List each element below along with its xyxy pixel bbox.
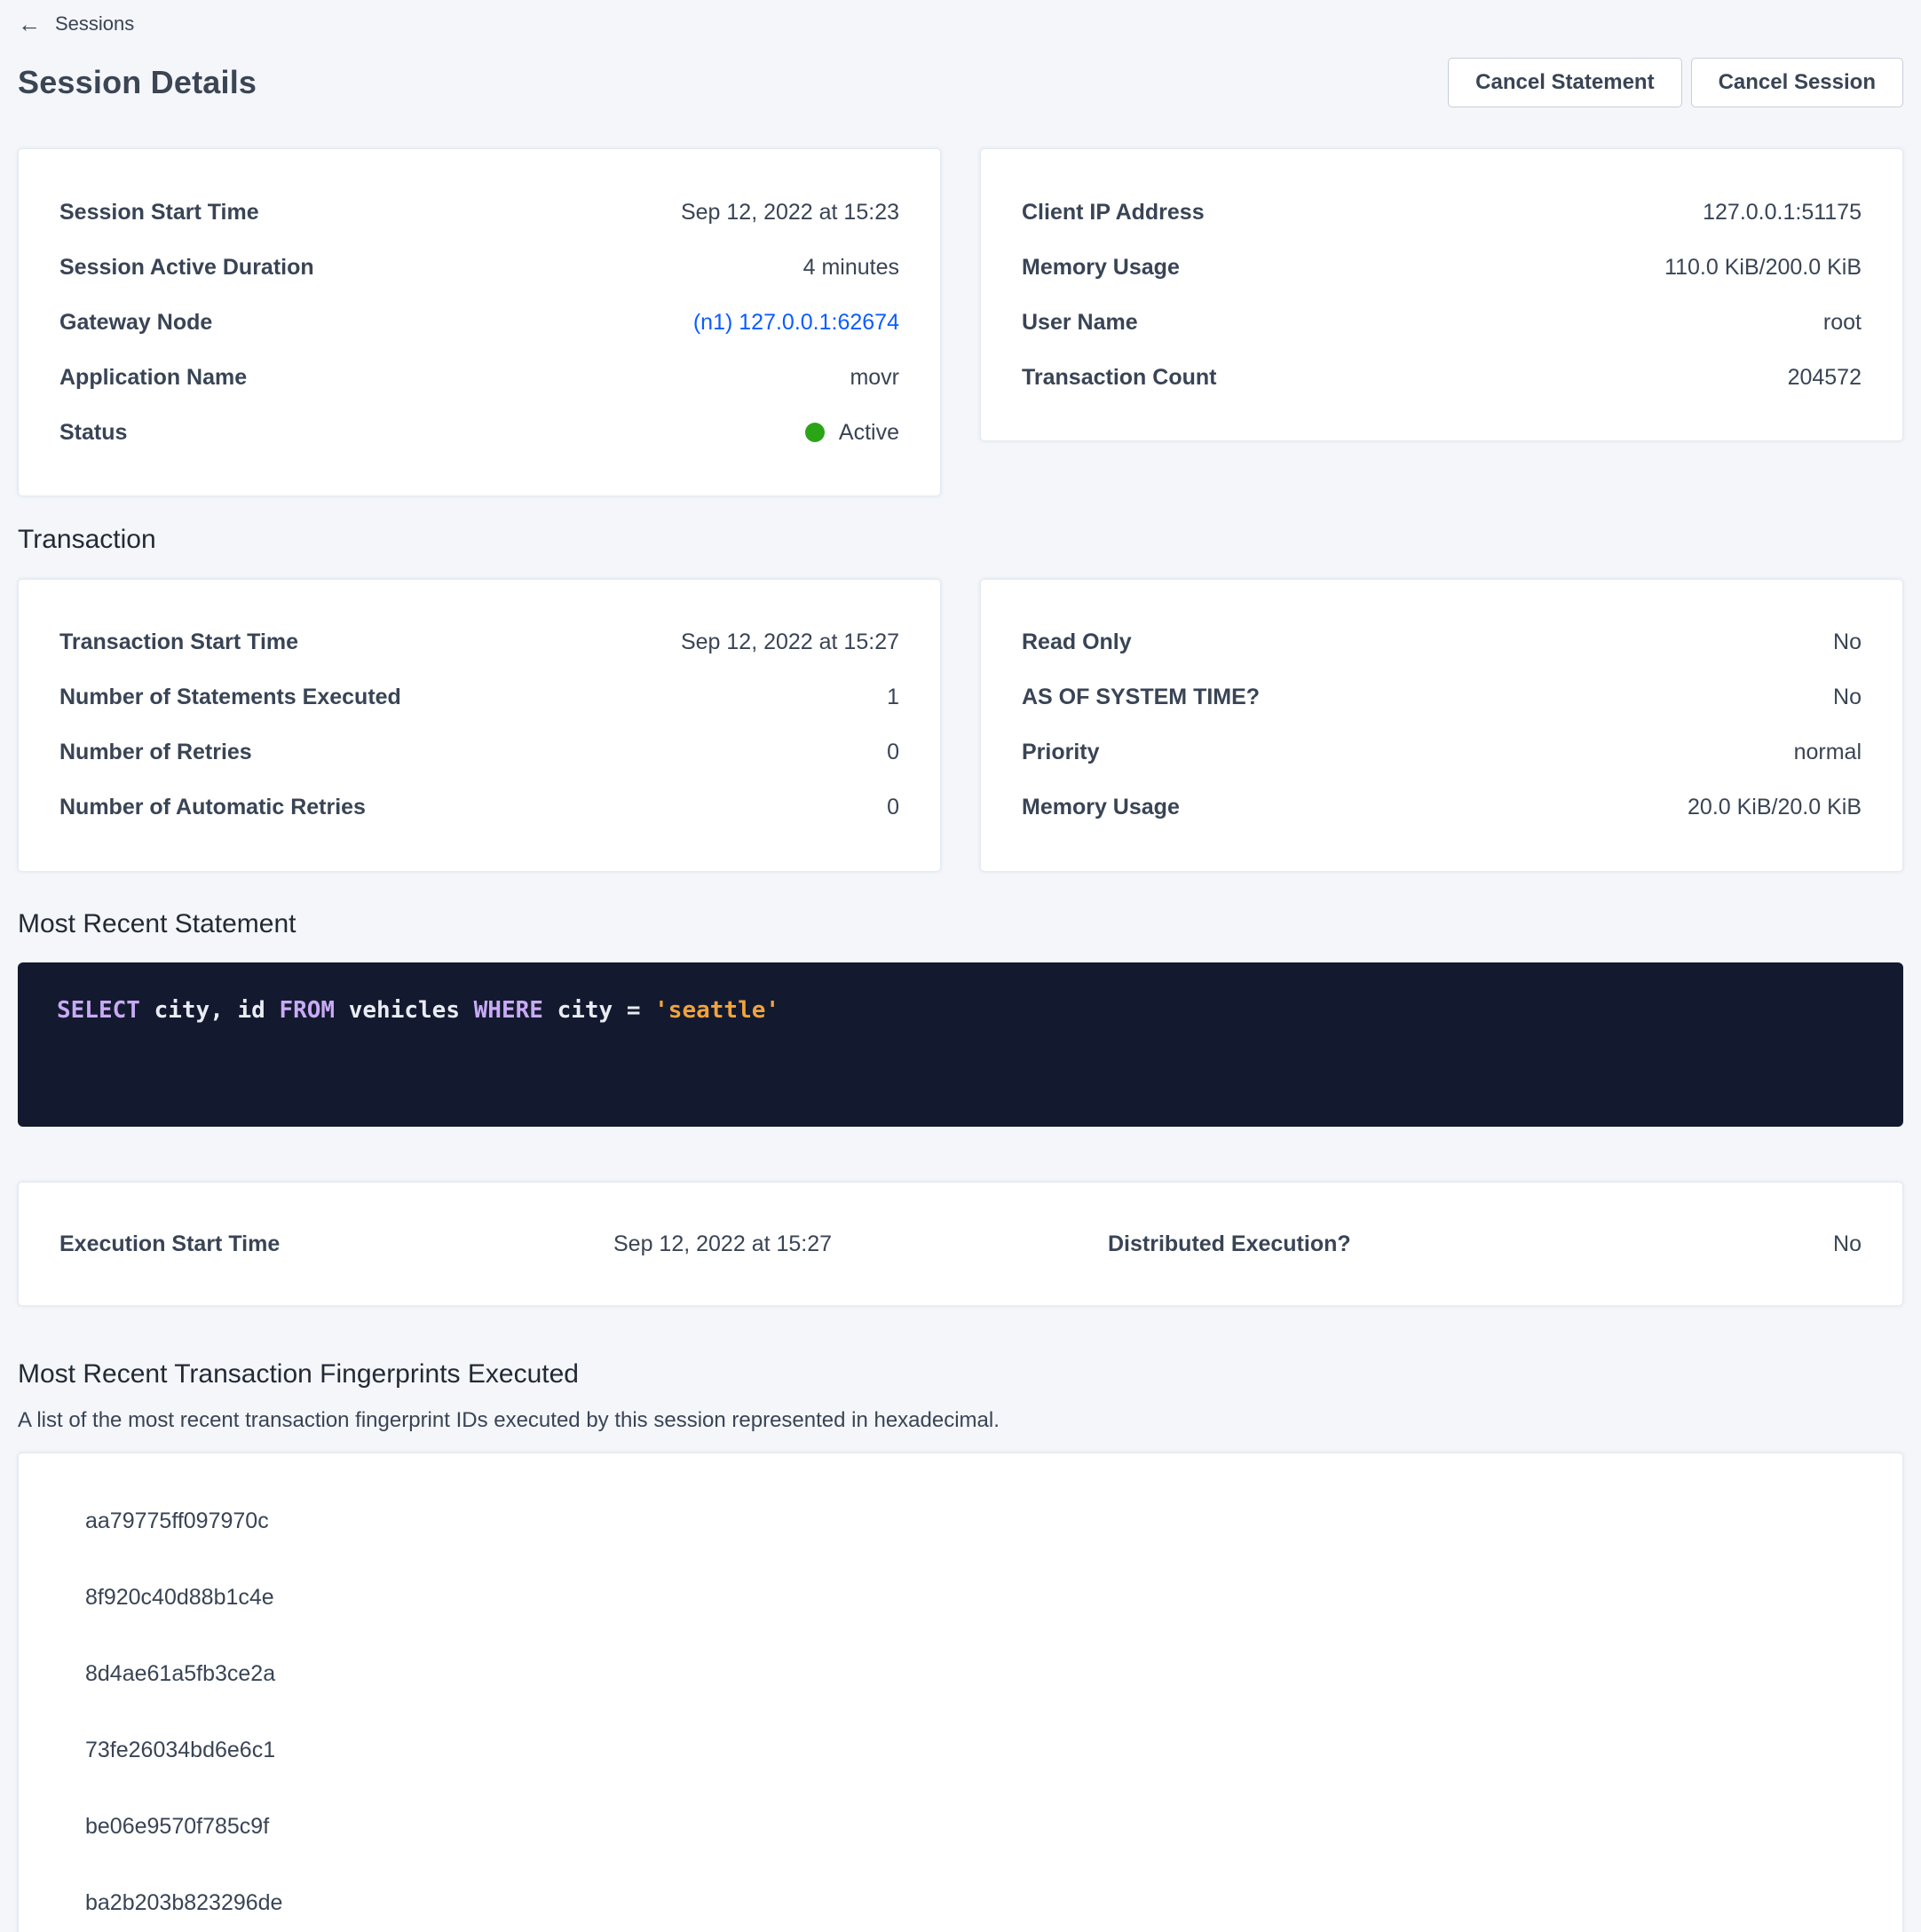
- fingerprint-row: aa79775ff097970c: [85, 1484, 1862, 1560]
- detail-row: Application Name movr: [59, 350, 899, 405]
- back-arrow-icon: ←: [18, 12, 41, 36]
- detail-row: Read Only No: [1022, 615, 1862, 670]
- row-value: 0: [887, 740, 899, 765]
- row-value: No: [1833, 685, 1862, 710]
- fingerprint-row: 73fe26034bd6e6c1: [85, 1713, 1862, 1789]
- row-label: Priority: [1022, 740, 1100, 765]
- row-label: Number of Automatic Retries: [59, 795, 366, 820]
- status-active-dot-icon: [805, 423, 825, 442]
- row-value: No: [1833, 629, 1862, 655]
- row-value: 0: [887, 795, 899, 820]
- cancel-statement-button[interactable]: Cancel Statement: [1448, 58, 1681, 107]
- row-value: Sep 12, 2022 at 15:23: [681, 200, 899, 226]
- transaction-section-heading: Transaction: [18, 525, 1903, 556]
- detail-row: Session Start Time Sep 12, 2022 at 15:23: [59, 185, 899, 240]
- session-details-page: ← Sessions Session Details Cancel Statem…: [0, 0, 1921, 1932]
- fingerprint-id: ba2b203b823296de: [85, 1890, 282, 1916]
- row-label: Session Active Duration: [59, 255, 314, 281]
- row-label: Client IP Address: [1022, 200, 1205, 226]
- row-value: 127.0.0.1:51175: [1703, 200, 1862, 226]
- cancel-session-button[interactable]: Cancel Session: [1691, 58, 1903, 107]
- sql-keyword: FROM: [279, 997, 335, 1024]
- transaction-right-card: Read Only No AS OF SYSTEM TIME? No Prior…: [980, 579, 1903, 872]
- row-label: Status: [59, 420, 127, 446]
- fingerprint-id: be06e9570f785c9f: [85, 1814, 269, 1840]
- row-label: Transaction Count: [1022, 365, 1216, 391]
- execution-details-card: Execution Start Time Sep 12, 2022 at 15:…: [18, 1182, 1903, 1306]
- row-label: Memory Usage: [1022, 255, 1180, 281]
- sql-statement-block: SELECT city, id FROM vehicles WHERE city…: [18, 962, 1903, 1127]
- back-to-sessions-link[interactable]: ← Sessions: [18, 12, 134, 36]
- fingerprint-row: 8f920c40d88b1c4e: [85, 1560, 1862, 1636]
- row-label: Number of Statements Executed: [59, 685, 401, 710]
- statement-section-heading: Most Recent Statement: [18, 909, 1903, 940]
- row-label: Distributed Execution?: [1108, 1231, 1351, 1257]
- row-value: root: [1823, 310, 1862, 336]
- transaction-left-card: Transaction Start Time Sep 12, 2022 at 1…: [18, 579, 941, 872]
- client-info-card: Client IP Address 127.0.0.1:51175 Memory…: [980, 148, 1903, 441]
- detail-row: AS OF SYSTEM TIME? No: [1022, 670, 1862, 725]
- row-label: User Name: [1022, 310, 1138, 336]
- sql-string-literal: 'seattle': [654, 997, 779, 1024]
- transaction-grid: Transaction Start Time Sep 12, 2022 at 1…: [18, 579, 1903, 872]
- title-row: Session Details Cancel Statement Cancel …: [18, 58, 1903, 107]
- fingerprint-id: 8f920c40d88b1c4e: [85, 1585, 274, 1611]
- detail-row: Number of Automatic Retries 0: [59, 780, 899, 835]
- row-label: Number of Retries: [59, 740, 252, 765]
- sql-text: vehicles: [335, 997, 474, 1024]
- row-label: AS OF SYSTEM TIME?: [1022, 685, 1260, 710]
- detail-row: Status Active: [59, 405, 899, 460]
- detail-row: Client IP Address 127.0.0.1:51175: [1022, 185, 1862, 240]
- row-label: Session Start Time: [59, 200, 259, 226]
- session-info-card: Session Start Time Sep 12, 2022 at 15:23…: [18, 148, 941, 496]
- detail-row: Gateway Node (n1) 127.0.0.1:62674: [59, 295, 899, 350]
- fingerprint-row: ba2b203b823296de: [85, 1865, 1862, 1932]
- detail-row: Session Active Duration 4 minutes: [59, 240, 899, 295]
- row-label: Gateway Node: [59, 310, 212, 336]
- fingerprints-description: A list of the most recent transaction fi…: [18, 1408, 1903, 1433]
- action-buttons: Cancel Statement Cancel Session: [1448, 58, 1903, 107]
- detail-row: User Name root: [1022, 295, 1862, 350]
- gateway-node-link[interactable]: (n1) 127.0.0.1:62674: [693, 310, 899, 336]
- row-value: 20.0 KiB/20.0 KiB: [1688, 795, 1862, 820]
- detail-row: Transaction Start Time Sep 12, 2022 at 1…: [59, 615, 899, 670]
- row-label: Execution Start Time: [59, 1231, 613, 1257]
- back-link-label: Sessions: [55, 12, 134, 36]
- fingerprint-row: 8d4ae61a5fb3ce2a: [85, 1636, 1862, 1713]
- detail-row: Memory Usage 110.0 KiB/200.0 KiB: [1022, 240, 1862, 295]
- row-label: Application Name: [59, 365, 247, 391]
- row-value: 4 minutes: [803, 255, 899, 281]
- row-value: Sep 12, 2022 at 15:27: [681, 629, 899, 655]
- page-title: Session Details: [18, 64, 257, 101]
- row-value: normal: [1794, 740, 1862, 765]
- row-label: Transaction Start Time: [59, 629, 298, 655]
- detail-row: Memory Usage 20.0 KiB/20.0 KiB: [1022, 780, 1862, 835]
- row-value: 204572: [1788, 365, 1862, 391]
- fingerprint-id: 73fe26034bd6e6c1: [85, 1738, 275, 1763]
- sql-text: city, id: [140, 997, 280, 1024]
- sql-keyword: WHERE: [474, 997, 543, 1024]
- row-value: Sep 12, 2022 at 15:27: [613, 1231, 1108, 1257]
- row-label: Memory Usage: [1022, 795, 1180, 820]
- detail-row: Number of Statements Executed 1: [59, 670, 899, 725]
- execution-right-cell: Distributed Execution? No: [1108, 1231, 1862, 1257]
- detail-row: Transaction Count 204572: [1022, 350, 1862, 405]
- detail-row: Number of Retries 0: [59, 725, 899, 780]
- row-value: 110.0 KiB/200.0 KiB: [1664, 255, 1862, 281]
- status-badge: Active: [805, 420, 899, 446]
- status-value: Active: [839, 420, 899, 446]
- detail-row: Priority normal: [1022, 725, 1862, 780]
- fingerprint-id: aa79775ff097970c: [85, 1508, 269, 1534]
- row-value: 1: [887, 685, 899, 710]
- fingerprint-id: 8d4ae61a5fb3ce2a: [85, 1661, 275, 1687]
- sql-keyword: SELECT: [57, 997, 140, 1024]
- fingerprint-row: be06e9570f785c9f: [85, 1789, 1862, 1865]
- fingerprints-section-heading: Most Recent Transaction Fingerprints Exe…: [18, 1359, 1903, 1390]
- session-summary-grid: Session Start Time Sep 12, 2022 at 15:23…: [18, 148, 1903, 496]
- row-label: Read Only: [1022, 629, 1132, 655]
- row-value: movr: [850, 365, 899, 391]
- sql-text: city =: [543, 997, 654, 1024]
- row-value: No: [1833, 1231, 1862, 1257]
- fingerprints-card: aa79775ff097970c 8f920c40d88b1c4e 8d4ae6…: [18, 1453, 1903, 1932]
